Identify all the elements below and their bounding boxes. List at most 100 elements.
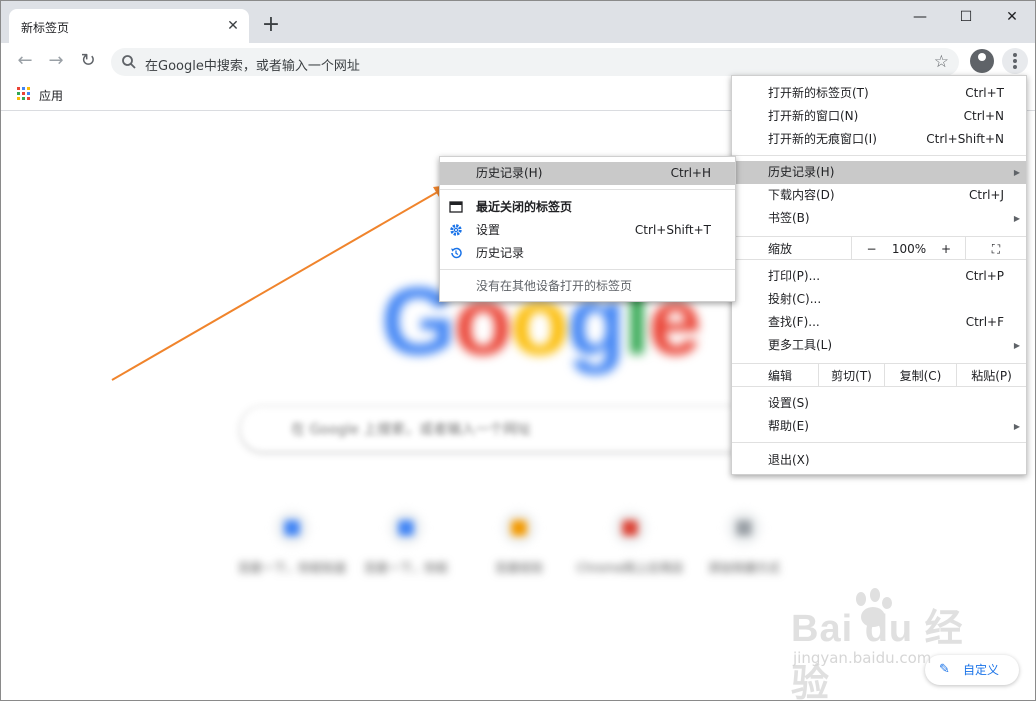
search-icon bbox=[122, 55, 136, 69]
bookmark-star-icon[interactable]: ☆ bbox=[934, 52, 949, 72]
shortcut-label: 百度一下，你就 bbox=[363, 561, 448, 575]
menu-item-help[interactable]: 帮助(E) ▶ bbox=[732, 415, 1026, 438]
edit-label: 编辑 bbox=[768, 369, 793, 383]
zoom-out-button[interactable]: − bbox=[851, 237, 891, 259]
fullscreen-icon[interactable]: ⛶ bbox=[965, 237, 1026, 259]
apps-label[interactable]: 应用 bbox=[39, 87, 63, 104]
menu-item-print[interactable]: 打印(P)... Ctrl+P bbox=[732, 265, 1026, 288]
menu-item-find[interactable]: 查找(F)... Ctrl+F bbox=[732, 311, 1026, 334]
page-search-placeholder: 在 Google 上搜索，或者输入一个网址 bbox=[291, 422, 532, 438]
back-arrow-icon[interactable]: ← bbox=[13, 50, 37, 74]
shortcut-label: Chrome网上应用店 bbox=[576, 561, 684, 575]
reload-icon[interactable]: ↻ bbox=[76, 50, 100, 74]
tab-title: 新标签页 bbox=[21, 21, 70, 35]
new-tab-button[interactable]: + bbox=[259, 14, 283, 38]
submenu-divider bbox=[440, 269, 735, 270]
shortcut-tile[interactable]: 添加快捷方式 bbox=[689, 504, 799, 584]
menu-label: 投射(C)... bbox=[768, 292, 822, 306]
shortcut-favicon-icon bbox=[726, 510, 762, 546]
submenu-no-tabs-message: 没有在其他设备打开的标签页 bbox=[440, 275, 735, 298]
omnibox[interactable]: 在Google中搜索，或者输入一个网址 ☆ bbox=[111, 48, 959, 76]
shortcut-label: 添加快捷方式 bbox=[707, 561, 780, 575]
zoom-row: 缩放 − 100% + ⛶ bbox=[732, 236, 1026, 260]
close-icon[interactable]: ✕ bbox=[225, 18, 241, 34]
menu-item-cast[interactable]: 投射(C)... bbox=[732, 288, 1026, 311]
shortcut-tile[interactable]: 百度一下，你就知道 bbox=[237, 504, 347, 584]
submenu-label: 没有在其他设备打开的标签页 bbox=[476, 279, 633, 293]
menu-divider bbox=[732, 155, 1026, 156]
chrome-menu-icon[interactable] bbox=[1002, 48, 1028, 74]
chrome-main-menu: 打开新的标签页(T) Ctrl+T 打开新的窗口(N) Ctrl+N 打开新的无… bbox=[731, 75, 1027, 475]
menu-item-history[interactable]: 历史记录(H) ▶ bbox=[732, 161, 1026, 184]
menu-label: 打印(P)... bbox=[768, 269, 821, 283]
copy-button[interactable]: 复制(C) bbox=[884, 364, 956, 386]
title-bar: 新标签页 ✕ + — ☐ ✕ bbox=[1, 1, 1035, 43]
submenu-item-settings[interactable]: 设置 Ctrl+Shift+T bbox=[440, 219, 735, 242]
baidu-watermark: Bai du 经验 jingyan.baidu.com bbox=[791, 583, 991, 705]
shortcut-favicon-icon bbox=[274, 510, 310, 546]
zoom-label: 缩放 bbox=[768, 242, 793, 256]
menu-label: 查找(F)... bbox=[768, 315, 820, 329]
shortcut-favicon-icon bbox=[612, 510, 648, 546]
page-search-box[interactable]: 在 Google 上搜索，或者输入一个网址 bbox=[241, 407, 801, 451]
menu-label: 打开新的窗口(N) bbox=[768, 109, 859, 123]
shortcut-label: 百度一下，你就知道 bbox=[237, 561, 346, 575]
tab-new-tab[interactable]: 新标签页 ✕ bbox=[9, 9, 249, 43]
menu-label: 退出(X) bbox=[768, 453, 810, 467]
submenu-divider bbox=[440, 189, 735, 190]
paw-icon bbox=[856, 588, 892, 627]
menu-item-settings[interactable]: 设置(S) bbox=[732, 392, 1026, 415]
profile-avatar-icon[interactable] bbox=[970, 49, 994, 73]
zoom-level: 100% bbox=[891, 242, 927, 256]
submenu-label: 历史记录 bbox=[476, 246, 525, 260]
shortcut-favicon-icon bbox=[388, 510, 424, 546]
submenu-label: 设置 bbox=[476, 223, 501, 237]
cut-button[interactable]: 剪切(T) bbox=[818, 364, 884, 386]
submenu-shortcut: Ctrl+Shift+T bbox=[634, 223, 711, 237]
menu-item-bookmarks[interactable]: 书签(B) ▶ bbox=[732, 207, 1026, 230]
shortcut-favicon-icon bbox=[501, 510, 537, 546]
submenu-item-history[interactable]: 历史记录(H) Ctrl+H bbox=[440, 162, 735, 185]
menu-item-new-tab[interactable]: 打开新的标签页(T) Ctrl+T bbox=[732, 82, 1026, 105]
close-window-button[interactable]: ✕ bbox=[989, 5, 1035, 29]
shortcut-tile[interactable]: Chrome网上应用店 bbox=[575, 504, 685, 584]
submenu-label: 历史记录(H) bbox=[476, 166, 543, 180]
zoom-in-button[interactable]: + bbox=[927, 237, 965, 259]
menu-divider bbox=[732, 442, 1026, 443]
gear-icon bbox=[450, 224, 462, 236]
menu-item-more-tools[interactable]: 更多工具(L) ▶ bbox=[732, 334, 1026, 357]
submenu-arrow-icon: ▶ bbox=[1013, 422, 1020, 431]
menu-item-exit[interactable]: 退出(X) bbox=[732, 449, 1026, 472]
menu-item-downloads[interactable]: 下载内容(D) Ctrl+J bbox=[732, 184, 1026, 207]
history-clock-icon bbox=[451, 247, 462, 259]
menu-label: 下载内容(D) bbox=[768, 188, 835, 202]
menu-item-new-window[interactable]: 打开新的窗口(N) Ctrl+N bbox=[732, 105, 1026, 128]
menu-label: 设置(S) bbox=[768, 396, 809, 410]
menu-shortcut: Ctrl+P bbox=[965, 269, 1004, 283]
menu-label: 帮助(E) bbox=[768, 419, 809, 433]
submenu-arrow-icon: ▶ bbox=[1013, 168, 1020, 177]
menu-item-incognito[interactable]: 打开新的无痕窗口(I) Ctrl+Shift+N bbox=[732, 128, 1026, 151]
submenu-arrow-icon: ▶ bbox=[1013, 341, 1020, 350]
shortcut-tile[interactable]: 百度一下，你就 bbox=[351, 504, 461, 584]
menu-label: 历史记录(H) bbox=[768, 165, 835, 179]
omnibox-placeholder: 在Google中搜索，或者输入一个网址 bbox=[145, 59, 360, 74]
paste-button[interactable]: 粘贴(P) bbox=[956, 364, 1026, 386]
submenu-arrow-icon: ▶ bbox=[1013, 214, 1020, 223]
watermark-url: jingyan.baidu.com bbox=[793, 649, 932, 667]
menu-shortcut: Ctrl+T bbox=[965, 86, 1004, 100]
window-icon bbox=[449, 201, 463, 213]
minimize-button[interactable]: — bbox=[897, 5, 943, 29]
submenu-shortcut: Ctrl+H bbox=[670, 166, 711, 180]
menu-label: 打开新的标签页(T) bbox=[768, 86, 869, 100]
menu-shortcut: Ctrl+N bbox=[963, 109, 1004, 123]
maximize-button[interactable]: ☐ bbox=[943, 5, 989, 29]
shortcut-tile[interactable]: 百度经验 bbox=[464, 504, 574, 584]
forward-arrow-icon[interactable]: → bbox=[44, 50, 68, 74]
menu-shortcut: Ctrl+J bbox=[969, 188, 1004, 202]
submenu-item-history-page[interactable]: 历史记录 bbox=[440, 242, 735, 265]
shortcut-label: 百度经验 bbox=[494, 561, 543, 575]
apps-grid-icon[interactable] bbox=[17, 87, 31, 101]
menu-label: 打开新的无痕窗口(I) bbox=[768, 132, 877, 146]
submenu-item-recently-closed[interactable]: 最近关闭的标签页 bbox=[440, 196, 735, 219]
